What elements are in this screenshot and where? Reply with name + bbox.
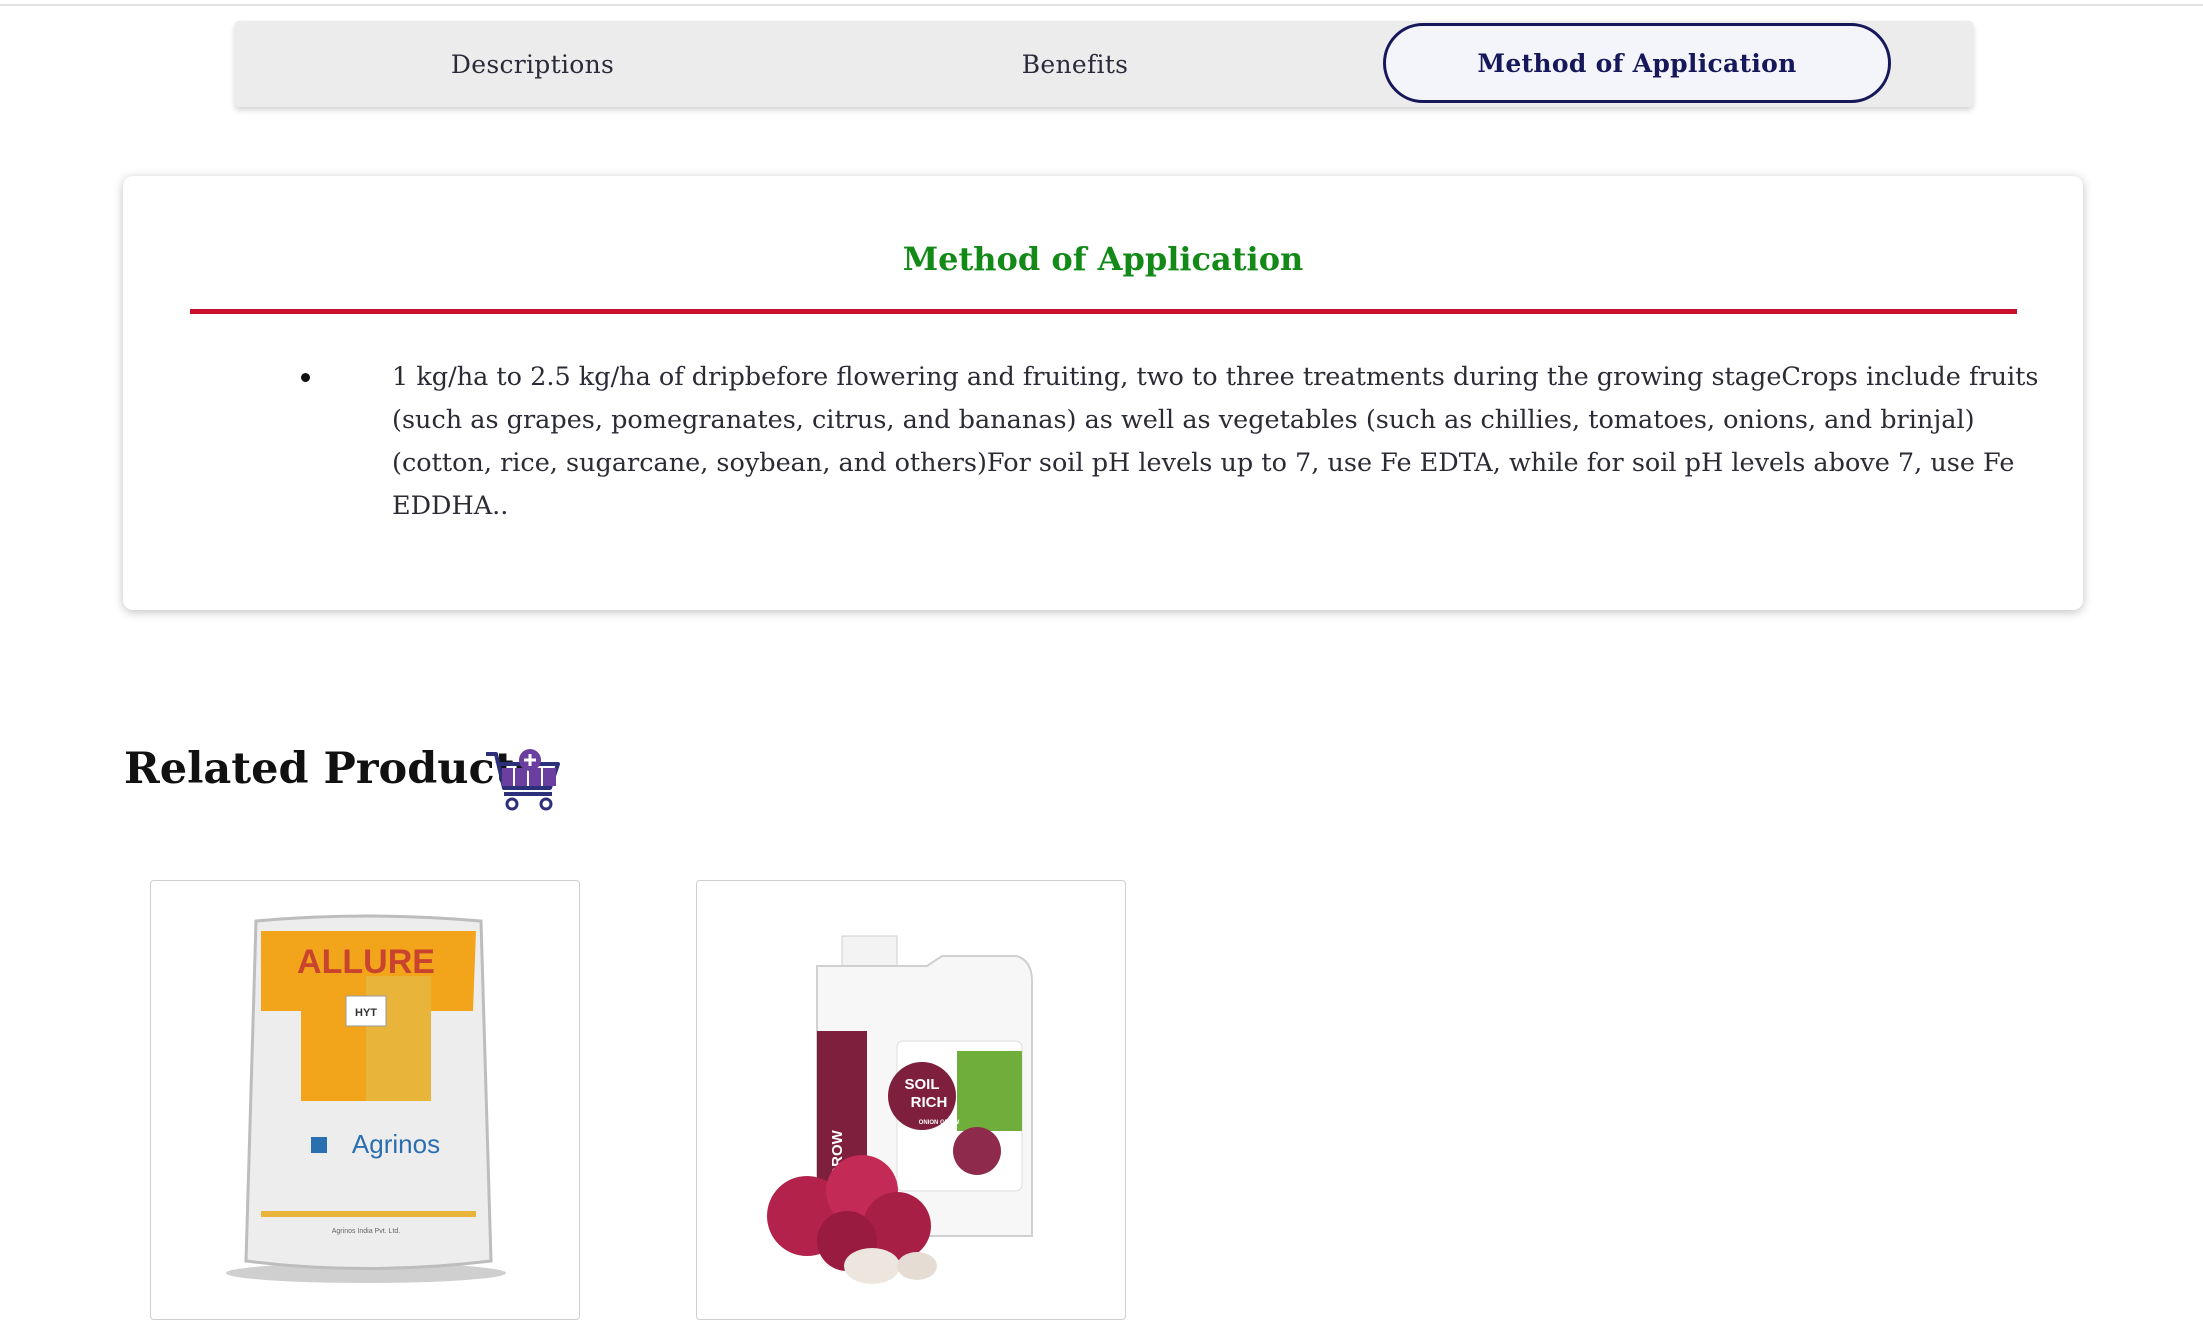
application-text: 1 kg/ha to 2.5 kg/ha of dripbefore flowe… [392,362,2039,521]
product-1-maker: Agrinos [352,1129,440,1159]
product-2-brand-line2: RICH [911,1094,948,1111]
cart-plus-icon [486,749,560,811]
product-image-soil-rich: ONION GROW SOIL RICH ONION GROW [767,935,1033,1284]
section-divider [190,309,2017,314]
bullet-icon [301,373,310,382]
product-card-allure[interactable]: HYT ALLURE Agrinos Agrinos India Pvt. Lt… [150,880,580,1320]
tab-content-card: Method of Application 1 kg/ha to 2.5 kg/… [123,176,2083,610]
related-products-heading: Related Products [124,744,539,794]
product-2-sublabel: ONION GROW [919,1120,960,1126]
product-card-soil-rich[interactable]: ONION GROW SOIL RICH ONION GROW [696,880,1126,1320]
product-image-allure: HYT ALLURE Agrinos Agrinos India Pvt. Lt… [226,914,506,1283]
tab-method-of-application[interactable]: Method of Application [1383,23,1891,103]
top-divider [0,4,2203,6]
product-1-company: Agrinos India Pvt. Ltd. [332,1228,401,1235]
product-tabs: Descriptions Benefits Method of Applicat… [235,21,1973,107]
tab-descriptions[interactable]: Descriptions [235,21,830,107]
section-title: Method of Application [902,240,1304,278]
product-1-brand: ALLURE [297,943,435,981]
tab-benefits[interactable]: Benefits [825,21,1325,107]
product-1-sublabel: HYT [355,1007,377,1019]
product-2-brand-line1: SOIL [904,1076,939,1093]
